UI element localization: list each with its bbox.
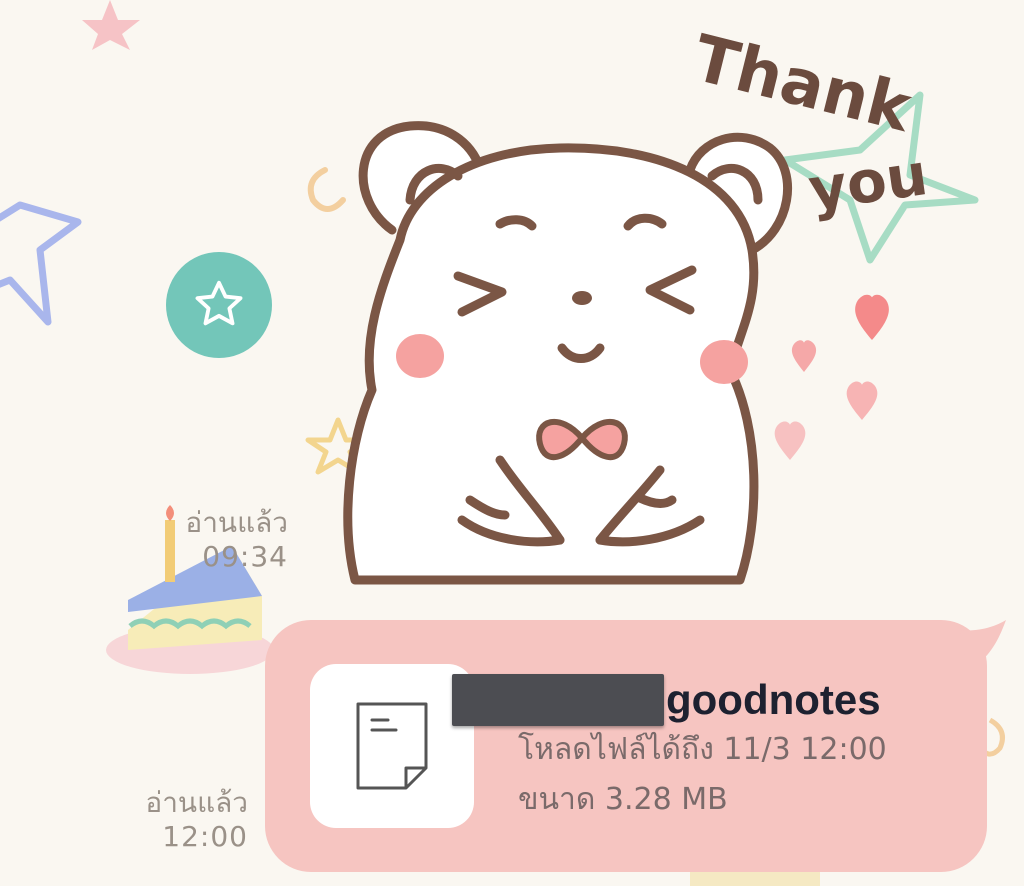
blue-star-icon (0, 201, 82, 326)
bear-cheek (700, 340, 748, 384)
message-time: 09:34 (202, 540, 288, 573)
read-receipt: อ่านแล้ว 12:00 (112, 786, 248, 854)
bear-cheek (396, 334, 444, 378)
file-name[interactable]: goodnotes (452, 670, 881, 730)
file-thumbnail[interactable] (310, 664, 474, 828)
document-icon (356, 702, 428, 790)
read-label: อ่านแล้ว (145, 786, 248, 819)
message-time: 12:00 (162, 820, 248, 853)
redacted-filename (452, 674, 664, 726)
read-label: อ่านแล้ว (185, 506, 288, 539)
file-size: ขนาด 3.28 MB (518, 782, 728, 817)
star-icon (195, 280, 243, 326)
sticker-text-thank: Thank (686, 22, 919, 148)
sticker-text-you: you (804, 140, 931, 224)
file-expiry: โหลดไฟล์ได้ถึง 11/3 12:00 (518, 732, 887, 767)
bubble-tail (960, 620, 1006, 672)
pink-star-icon (82, 0, 140, 50)
file-name-suffix: goodnotes (666, 676, 881, 723)
read-receipt: อ่านแล้ว 09:34 (150, 506, 288, 574)
thank-you-bear-sticker[interactable]: Thank you (300, 10, 950, 590)
star-avatar-button[interactable] (166, 252, 272, 358)
